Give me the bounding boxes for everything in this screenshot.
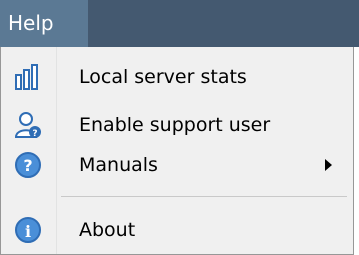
svg-text:i: i <box>25 222 31 241</box>
help-menu-label: Help <box>8 11 54 35</box>
question-icon: ? <box>14 151 42 179</box>
menu-bar: Help <box>0 0 359 47</box>
menu-item-label: Local server stats <box>79 66 247 88</box>
submenu-arrow-icon <box>325 159 332 171</box>
menu-item-manuals[interactable]: ? Manuals <box>2 141 352 189</box>
menu-item-label: About <box>79 219 136 241</box>
menu-separator <box>61 196 347 197</box>
help-dropdown-menu: Local server stats ? Enable support user… <box>0 47 354 255</box>
bar-chart-icon <box>14 63 42 91</box>
help-menu[interactable]: Help <box>0 0 88 47</box>
user-help-icon: ? <box>14 111 42 139</box>
menu-item-about[interactable]: i About <box>2 206 352 254</box>
menu-item-local-server-stats[interactable]: Local server stats <box>2 53 352 101</box>
menu-item-label: Manuals <box>79 154 158 176</box>
info-icon: i <box>14 216 42 244</box>
svg-text:?: ? <box>23 156 32 175</box>
svg-text:?: ? <box>32 129 37 139</box>
